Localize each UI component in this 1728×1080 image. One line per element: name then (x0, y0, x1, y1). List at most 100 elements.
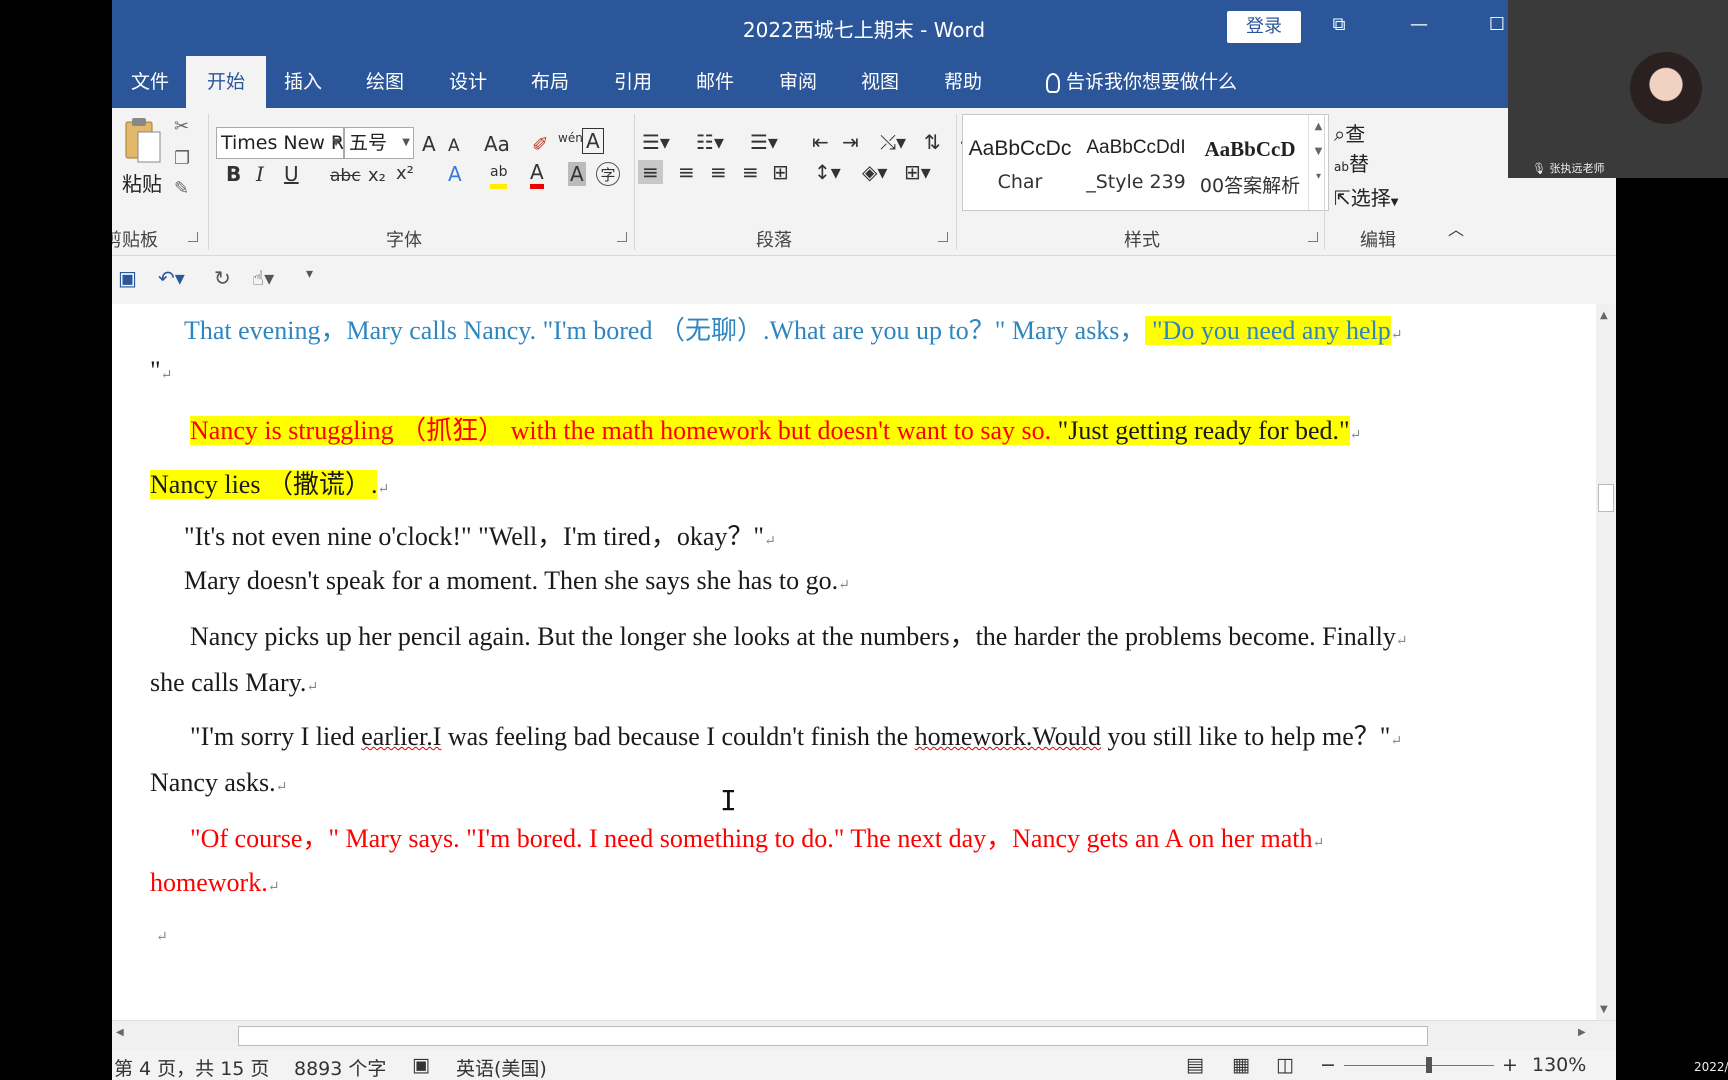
text-effects-button[interactable]: A (448, 162, 462, 186)
replace-button[interactable]: ab替 (1334, 148, 1369, 177)
italic-button[interactable]: I (256, 162, 264, 186)
paste-icon[interactable] (124, 116, 162, 166)
font-launcher-icon[interactable] (617, 232, 627, 242)
tab-layout[interactable]: 布局 (517, 56, 583, 108)
grow-font-button[interactable]: A (422, 132, 436, 156)
shading-icon[interactable]: ◈▾ (862, 160, 887, 184)
style-239[interactable]: AaBbCcDdI _Style 239 (1079, 115, 1193, 210)
align-center-icon[interactable]: ≡ (678, 160, 695, 184)
tab-file[interactable]: 文件 (118, 56, 182, 108)
line-spacing-icon[interactable]: ↕▾ (814, 160, 841, 184)
tab-design[interactable]: 设计 (435, 56, 501, 108)
paragraph-mark-icon: ↵ (1349, 428, 1362, 443)
select-button[interactable]: ⇱选择▼ (1334, 182, 1398, 211)
decrease-indent-icon[interactable]: ⇤ (812, 130, 829, 154)
borders-icon[interactable]: ⊞▾ (904, 160, 931, 184)
ribbon-display-options-icon[interactable]: ⧉ (1324, 14, 1354, 40)
page-count[interactable]: 第 4 页，共 15 页 (114, 1054, 269, 1080)
styles-scroll[interactable]: ▲ ▼ ▾ (1308, 115, 1328, 210)
horizontal-scrollbar[interactable]: ◀ ▶ (112, 1020, 1616, 1050)
strikethrough-button[interactable]: abc (330, 164, 361, 188)
web-layout-icon[interactable]: ◫ (1276, 1054, 1294, 1076)
tab-references[interactable]: 引用 (600, 56, 666, 108)
align-right-icon[interactable]: ≡ (710, 160, 727, 184)
enclose-characters-button[interactable]: 字 (596, 162, 620, 186)
numbering-icon[interactable]: ☷▾ (696, 130, 724, 154)
word-count[interactable]: 8893 个字 (294, 1054, 386, 1080)
style-sample: AaBbCcDdI (1086, 137, 1186, 158)
superscript-button[interactable]: x² (396, 162, 414, 186)
shrink-font-button[interactable]: A (448, 134, 460, 158)
format-painter-icon[interactable]: ✎ (174, 178, 189, 199)
paragraph-launcher-icon[interactable] (938, 232, 948, 242)
zoom-level[interactable]: 130% (1532, 1054, 1586, 1076)
style-answer-analysis[interactable]: AaBbCcD 00答案解析 (1193, 115, 1307, 210)
increase-indent-icon[interactable]: ⇥ (842, 130, 859, 154)
scroll-up-icon[interactable]: ▲ (1600, 310, 1608, 321)
tab-draw[interactable]: 绘图 (352, 56, 418, 108)
undo-icon[interactable]: ↶▾ (158, 266, 185, 290)
clipboard-launcher-icon[interactable] (188, 232, 198, 242)
clear-formatting-icon[interactable]: ✐ (532, 132, 549, 156)
bullets-icon[interactable]: ☰▾ (642, 130, 670, 154)
scroll-right-icon[interactable]: ▶ (1578, 1027, 1586, 1038)
zoom-slider[interactable] (1344, 1065, 1494, 1066)
copy-icon[interactable]: ❐ (174, 148, 190, 169)
tab-help[interactable]: 帮助 (930, 56, 996, 108)
character-shading-button[interactable]: A (568, 162, 586, 186)
zoom-in-button[interactable]: + (1502, 1054, 1518, 1076)
style-name: 00答案解析 (1199, 175, 1301, 197)
redo-icon[interactable]: ↻ (214, 266, 231, 290)
tab-home[interactable]: 开始 (186, 56, 266, 108)
hscroll-thumb[interactable] (238, 1026, 1428, 1046)
zoom-slider-knob[interactable] (1426, 1057, 1432, 1073)
print-layout-icon[interactable]: ▦ (1232, 1054, 1250, 1076)
vertical-scrollbar[interactable]: ▲ ▼ (1596, 304, 1616, 1020)
text-direction-icon[interactable]: ⤯▾ (880, 130, 906, 154)
language-indicator[interactable]: 英语(美国) (456, 1054, 547, 1080)
character-border-icon[interactable]: A (582, 128, 604, 154)
bold-button[interactable]: B (226, 162, 241, 186)
signin-button[interactable]: 登录 (1227, 11, 1301, 43)
tab-mailings[interactable]: 邮件 (682, 56, 748, 108)
scroll-left-icon[interactable]: ◀ (116, 1027, 124, 1038)
read-mode-icon[interactable]: ▤ (1186, 1054, 1204, 1076)
font-family-combo[interactable]: Times New R ▼ (216, 127, 344, 159)
highlight-color-button[interactable]: ab (490, 160, 508, 189)
chevron-down-icon[interactable]: ▼ (1309, 146, 1328, 157)
justify-icon[interactable]: ≡ (742, 160, 759, 184)
proofing-icon[interactable]: ▣ (412, 1054, 430, 1076)
tab-view[interactable]: 视图 (847, 56, 913, 108)
tab-insert[interactable]: 插入 (270, 56, 336, 108)
touch-mode-icon[interactable]: ☝▾ (252, 266, 274, 290)
collapse-ribbon-icon[interactable]: ︿ (1448, 218, 1464, 242)
subscript-button[interactable]: x₂ (368, 164, 386, 188)
phonetic-guide-button[interactable]: wén (558, 126, 583, 150)
scroll-down-icon[interactable]: ▼ (1600, 1004, 1608, 1015)
customize-qat-icon[interactable]: ▾ (306, 266, 313, 282)
styles-gallery: AaBbCcDc Char AaBbCcDdI _Style 239 AaBbC… (962, 114, 1329, 211)
minimize-icon[interactable]: — (1404, 14, 1434, 40)
scroll-thumb[interactable] (1598, 484, 1614, 512)
find-button[interactable]: ⌕查 (1334, 118, 1365, 147)
distributed-icon[interactable]: ⊞ (772, 160, 789, 184)
paste-label[interactable]: 粘贴 (122, 168, 162, 197)
text-run: homework.Would (914, 722, 1102, 751)
sort-icon[interactable]: ⇅ (924, 130, 941, 154)
multilevel-list-icon[interactable]: ☰▾ (750, 130, 778, 154)
document-canvas[interactable]: That evening，Mary calls Nancy. "I'm bore… (112, 304, 1596, 1020)
font-size-combo[interactable]: 五号 ▼ (344, 127, 414, 159)
styles-launcher-icon[interactable] (1308, 232, 1318, 242)
more-styles-icon[interactable]: ▾ (1309, 171, 1328, 182)
align-left-icon[interactable]: ≡ (638, 160, 663, 184)
change-case-button[interactable]: Aa (484, 132, 510, 156)
font-color-button[interactable]: A (530, 160, 544, 189)
tell-me-box[interactable]: 告诉我你想要做什么 (1046, 56, 1246, 108)
zoom-out-button[interactable]: − (1320, 1054, 1336, 1076)
cut-icon[interactable]: ✂ (174, 116, 189, 137)
tab-review[interactable]: 审阅 (765, 56, 831, 108)
underline-button[interactable]: U (284, 162, 299, 186)
style-char[interactable]: AaBbCcDc Char (963, 115, 1077, 210)
chevron-up-icon[interactable]: ▲ (1309, 121, 1328, 132)
save-icon[interactable]: ▣ (118, 266, 137, 290)
